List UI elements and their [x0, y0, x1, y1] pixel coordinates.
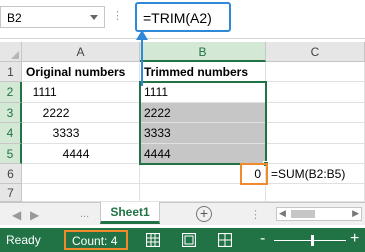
zoom-out-button[interactable]: - [260, 230, 265, 248]
cell-c7[interactable] [266, 184, 365, 202]
cell-c5[interactable] [266, 144, 365, 164]
cell-c3[interactable] [266, 103, 365, 123]
cell-c4[interactable] [266, 123, 365, 144]
tabs-overflow-left[interactable]: ... [80, 208, 89, 220]
cell-a3[interactable]: 2222 [22, 103, 140, 123]
fill-handle[interactable] [263, 161, 269, 167]
column-header-a[interactable]: A [22, 42, 140, 62]
chevron-down-icon[interactable] [90, 15, 98, 20]
cell-b7[interactable] [140, 184, 266, 202]
cell-a1[interactable]: Original numbers [22, 62, 140, 82]
cell-b2[interactable]: 1111 [140, 82, 266, 103]
sheet-tab-sheet1[interactable]: Sheet1 [100, 202, 160, 224]
cell-a7[interactable] [22, 184, 140, 202]
row-header-7[interactable]: 7 [0, 184, 22, 202]
status-count: Count: 4 [72, 234, 118, 248]
row-header-4[interactable]: 4 [0, 123, 22, 144]
add-sheet-icon[interactable]: + [196, 206, 212, 222]
tab-prev-icon[interactable]: ◀ [12, 208, 21, 222]
zoom-slider[interactable] [274, 240, 346, 241]
row-header-6[interactable]: 6 [0, 164, 22, 184]
status-ready: Ready [6, 233, 41, 247]
cell-b5[interactable]: 4444 [140, 144, 266, 164]
horizontal-scrollbar[interactable]: ◀ ▶ [276, 207, 362, 221]
formula-text: =TRIM(A2) [143, 10, 212, 26]
zoom-slider-thumb[interactable] [311, 235, 314, 246]
scroll-thumb[interactable] [291, 210, 315, 218]
zoom-in-button[interactable]: + [350, 230, 359, 248]
cell-a6[interactable] [22, 164, 140, 184]
column-header-c[interactable]: C [266, 42, 365, 62]
tabs-overflow-right[interactable]: ⋮ [250, 208, 261, 221]
sum-formula-note: =SUM(B2:B5) [271, 167, 346, 181]
normal-view-icon[interactable] [146, 233, 160, 247]
status-bar: Ready Count: 4 - + [0, 228, 365, 252]
row-header-5[interactable]: 5 [0, 144, 22, 164]
formula-bar: B2 ⋮ =TRIM(A2) ✕ [0, 0, 365, 36]
page-break-view-icon[interactable] [218, 233, 232, 247]
cell-b3[interactable]: 2222 [140, 103, 266, 123]
cell-a4[interactable]: 3333 [22, 123, 140, 144]
select-all-triangle-icon [11, 51, 19, 59]
page-layout-view-icon[interactable] [182, 233, 196, 247]
row-header-3[interactable]: 3 [0, 103, 22, 123]
cell-c1[interactable] [266, 62, 365, 82]
column-header-b[interactable]: B [140, 42, 266, 62]
select-all-corner[interactable] [0, 42, 22, 62]
row-header-1[interactable]: 1 [0, 62, 22, 82]
cell-a5[interactable]: 4444 [22, 144, 140, 164]
cell-b1[interactable]: Trimmed numbers [140, 62, 266, 82]
formula-bar-divider [0, 38, 365, 39]
name-box[interactable]: B2 [0, 6, 105, 28]
formula-input[interactable]: =TRIM(A2) [135, 2, 231, 32]
tab-next-icon[interactable]: ▶ [30, 208, 39, 222]
formula-bar-grip: ⋮ [112, 10, 123, 22]
row-header-2[interactable]: 2 [0, 82, 22, 103]
scroll-right-icon[interactable]: ▶ [352, 208, 359, 219]
cell-b6[interactable]: 0 [140, 164, 266, 184]
sheet-tabs-bar: ◀ ▶ ... Sheet1 + ⋮ ◀ ▶ [0, 202, 365, 225]
cell-a2[interactable]: 1111 [22, 82, 140, 103]
cell-b4[interactable]: 3333 [140, 123, 266, 144]
count-highlight: Count: 4 [64, 230, 128, 250]
cell-c2[interactable] [266, 82, 365, 103]
name-box-value: B2 [7, 11, 22, 25]
scroll-left-icon[interactable]: ◀ [279, 208, 286, 219]
